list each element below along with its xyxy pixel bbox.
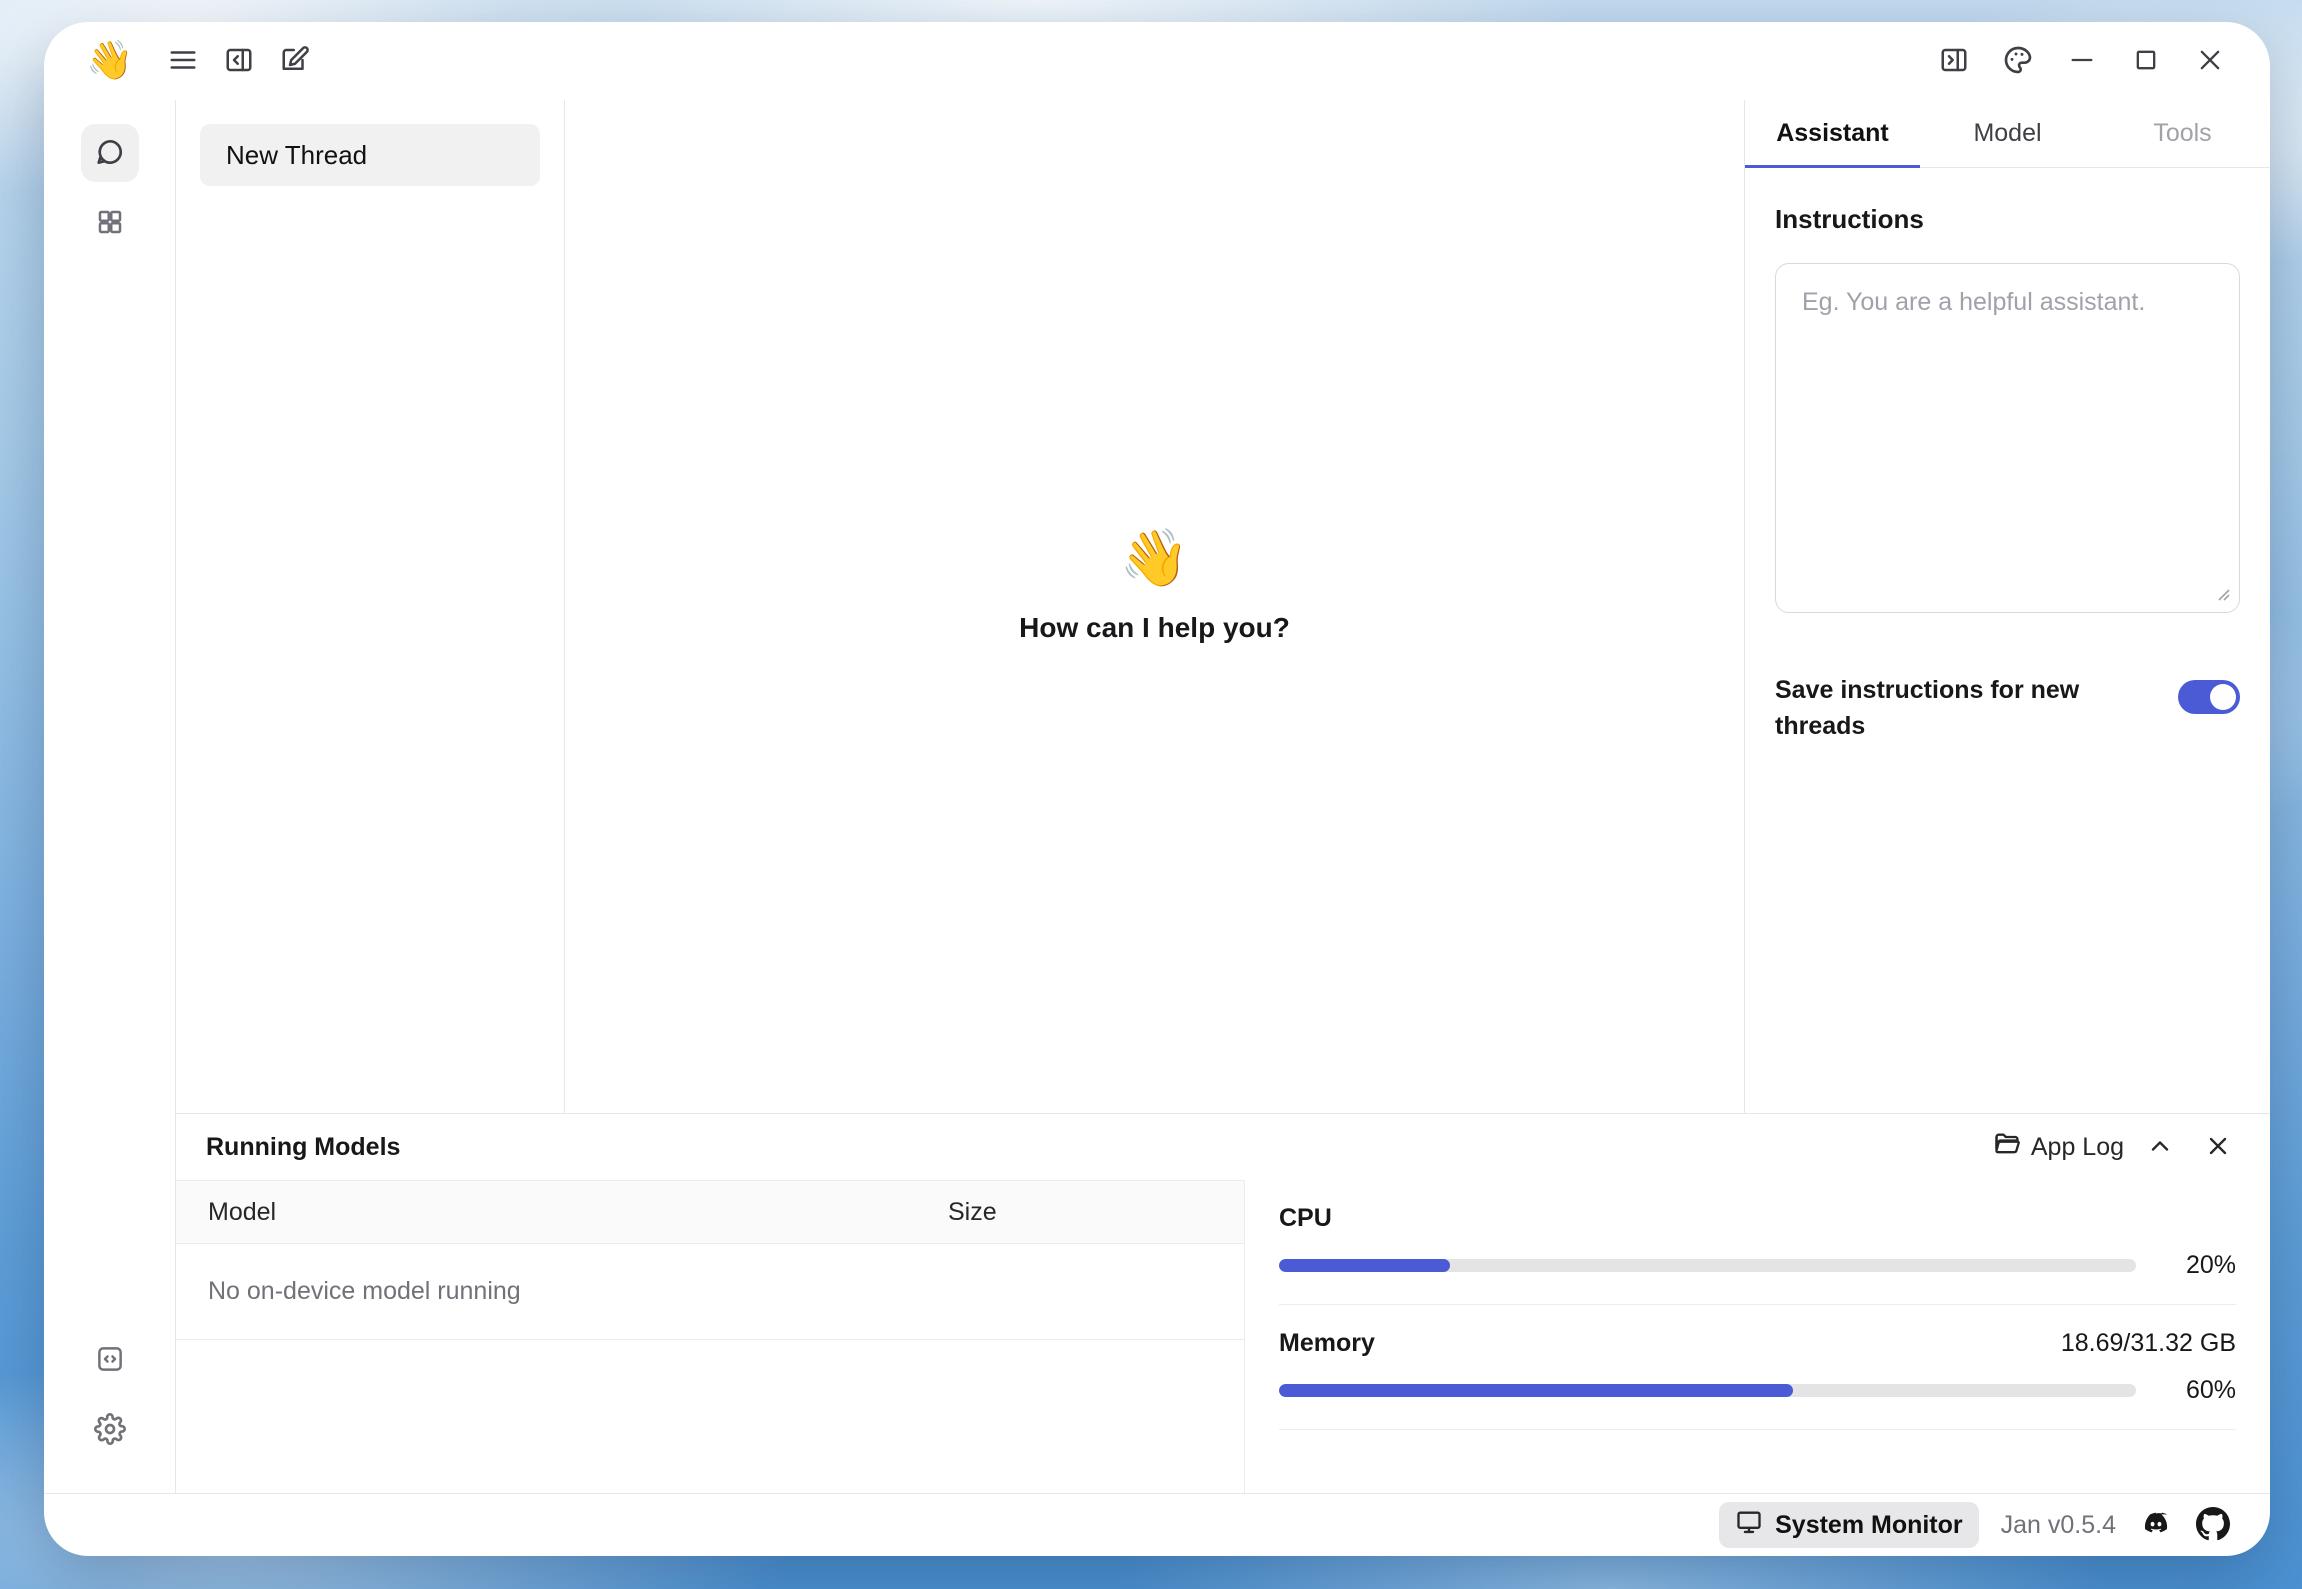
toggle-knob — [2210, 684, 2236, 710]
memory-label: Memory — [1279, 1329, 1375, 1358]
cpu-label: CPU — [1279, 1204, 1332, 1233]
folder-open-icon — [1993, 1130, 2021, 1165]
minimize-button[interactable] — [2060, 39, 2104, 83]
minimize-icon — [2068, 46, 2096, 77]
maximize-icon — [2132, 46, 2160, 77]
thread-list-panel: New Thread — [176, 100, 565, 1113]
app-log-label: App Log — [2031, 1133, 2124, 1162]
sidebar-item-hub[interactable] — [81, 194, 139, 252]
new-thread-button[interactable] — [273, 39, 317, 83]
memory-usage-row: Memory 18.69/31.32 GB 60% — [1279, 1305, 2236, 1430]
tab-assistant[interactable]: Assistant — [1745, 100, 1920, 167]
memory-percent-value: 60% — [2162, 1376, 2236, 1405]
sidebar-item-threads[interactable] — [81, 124, 139, 182]
app-log-button[interactable]: App Log — [1993, 1130, 2124, 1165]
cpu-progress-fill — [1279, 1259, 1450, 1272]
cpu-percent-value: 20% — [2162, 1251, 2236, 1280]
sidebar-item-local-api-server[interactable] — [81, 1331, 139, 1389]
thread-title: New Thread — [226, 140, 367, 171]
github-link[interactable] — [2196, 1507, 2230, 1544]
system-usage-area: CPU 20% Memory — [1245, 1180, 2270, 1493]
collapse-left-panel-button[interactable] — [217, 39, 261, 83]
close-icon — [2196, 46, 2224, 77]
compose-edit-icon — [280, 45, 310, 78]
github-icon — [2196, 1507, 2230, 1544]
theme-button[interactable] — [1996, 39, 2040, 83]
tab-model[interactable]: Model — [1920, 100, 2095, 167]
panel-close-icon — [2204, 1132, 2232, 1163]
titlebar-left-actions — [161, 39, 317, 83]
titlebar-right-actions — [1932, 39, 2232, 83]
instructions-label: Instructions — [1775, 204, 2240, 235]
cpu-usage-row: CPU 20% — [1279, 1180, 2236, 1305]
save-instructions-toggle[interactable] — [2178, 680, 2240, 714]
panel-right-toggle-icon — [1939, 45, 1969, 78]
titlebar: 👋 — [44, 22, 2270, 100]
app-window: 👋 — [44, 22, 2270, 1556]
assistant-panel: Assistant Model Tools Instructions — [1744, 100, 2270, 1113]
panel-left-collapse-icon — [224, 45, 254, 78]
gear-icon — [94, 1413, 126, 1448]
grid-apps-icon — [95, 207, 125, 240]
discord-link[interactable] — [2138, 1506, 2174, 1545]
column-header-model: Model — [208, 1198, 948, 1227]
maximize-button[interactable] — [2124, 39, 2168, 83]
app-logo-wave-emoji: 👋 — [86, 42, 133, 80]
system-monitor-button[interactable]: System Monitor — [1719, 1502, 1979, 1548]
app-version: Jan v0.5.4 — [2001, 1511, 2116, 1540]
table-empty-row: No on-device model running — [176, 1244, 1244, 1340]
tab-tools[interactable]: Tools — [2095, 100, 2270, 167]
save-instructions-label: Save instructions for new threads — [1775, 672, 2105, 745]
collapse-panel-button[interactable] — [2138, 1125, 2182, 1169]
instructions-input[interactable] — [1775, 263, 2240, 613]
sidebar-item-settings[interactable] — [81, 1401, 139, 1459]
close-button[interactable] — [2188, 39, 2232, 83]
code-square-icon — [95, 1344, 125, 1377]
table-header-row: Model Size — [176, 1180, 1244, 1244]
chevron-up-icon — [2146, 1132, 2174, 1163]
empty-state-text: No on-device model running — [208, 1277, 521, 1306]
assistant-panel-tabs: Assistant Model Tools — [1745, 100, 2270, 168]
wave-emoji: 👋 — [1120, 530, 1190, 586]
close-panel-button[interactable] — [2196, 1125, 2240, 1169]
menu-button[interactable] — [161, 39, 205, 83]
monitor-icon — [1735, 1508, 1763, 1543]
memory-usage-value: 18.69/31.32 GB — [2061, 1329, 2236, 1358]
chat-main-area: 👋 How can I help you? — [565, 100, 1744, 1113]
running-models-table: Model Size No on-device model running — [176, 1180, 1245, 1493]
greeting-text: How can I help you? — [1019, 612, 1290, 644]
system-monitor-label: System Monitor — [1775, 1511, 1963, 1540]
toggle-right-panel-button[interactable] — [1932, 39, 1976, 83]
thread-list-item[interactable]: New Thread — [200, 124, 540, 186]
cpu-progress-bar — [1279, 1259, 2136, 1272]
chat-bubble-icon — [94, 136, 126, 171]
memory-progress-bar — [1279, 1384, 2136, 1397]
system-monitor-panel: Running Models App Log — [176, 1113, 2270, 1493]
palette-icon — [2002, 44, 2034, 79]
memory-progress-fill — [1279, 1384, 1793, 1397]
left-sidebar — [44, 100, 176, 1493]
hamburger-menu-icon — [168, 45, 198, 78]
status-bar: System Monitor Jan v0.5.4 — [44, 1493, 2270, 1556]
running-models-title: Running Models — [206, 1133, 400, 1162]
discord-icon — [2138, 1506, 2174, 1545]
column-header-size: Size — [948, 1198, 997, 1227]
